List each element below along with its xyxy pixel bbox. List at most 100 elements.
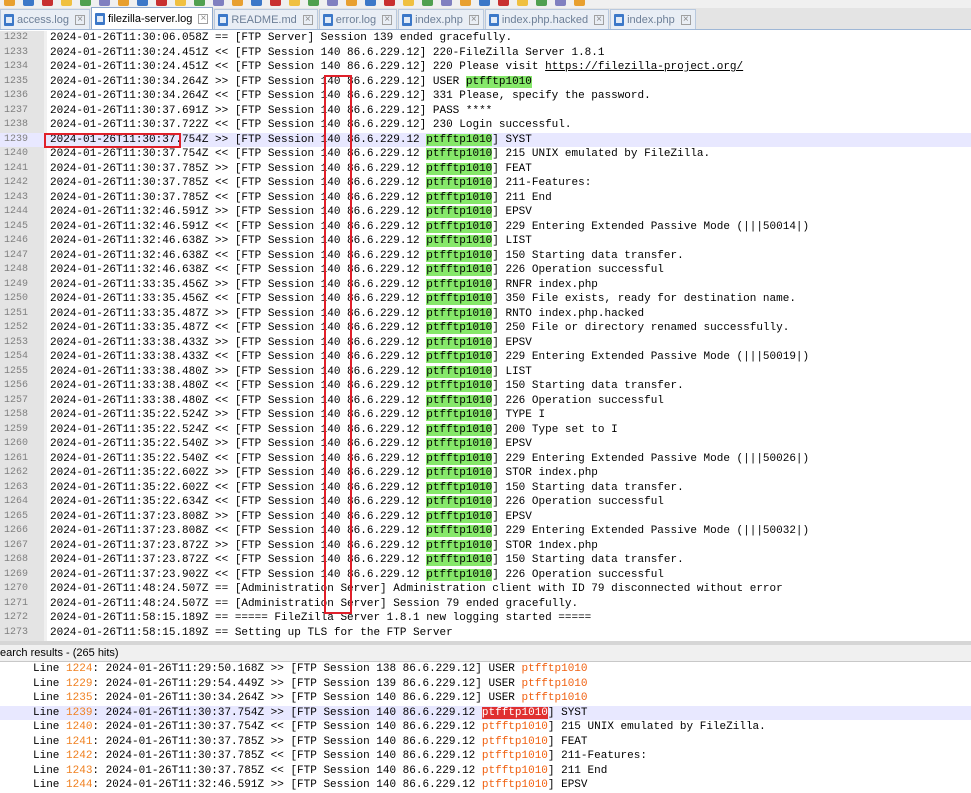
line-number: 1233 xyxy=(3,46,28,58)
redo-icon[interactable] xyxy=(213,0,224,6)
sync-h-icon[interactable] xyxy=(327,0,338,6)
tab-label: README.md xyxy=(231,13,297,26)
close-all-icon[interactable] xyxy=(99,0,110,6)
line-text: 2024-01-26T11:35:22.634Z << [FTP Session… xyxy=(50,495,664,510)
result-line-number: 1224 xyxy=(66,663,93,675)
result-line-number: 1242 xyxy=(66,750,93,762)
close-tab-icon[interactable]: × xyxy=(74,14,85,25)
new-file-icon[interactable] xyxy=(4,0,15,6)
func-list-icon[interactable] xyxy=(441,0,452,6)
line-text: 2024-01-26T11:35:22.540Z >> [FTP Session… xyxy=(50,437,532,452)
zoom-out-icon[interactable] xyxy=(289,0,300,6)
tab-index-php-hacked[interactable]: index.php.hacked × xyxy=(484,9,610,29)
line-text: 2024-01-26T11:32:46.591Z << [FTP Session… xyxy=(50,220,809,235)
result-text: : 2024-01-26T11:30:37.754Z >> [FTP Sessi… xyxy=(92,706,482,719)
lang-icon[interactable] xyxy=(403,0,414,6)
result-match: ptfftp1010 xyxy=(481,764,548,777)
close-tab-icon[interactable]: × xyxy=(382,14,393,25)
record-icon[interactable] xyxy=(498,0,509,6)
username-highlight: ptfftp1010 xyxy=(426,307,493,320)
url-link[interactable]: https://filezilla-project.org/ xyxy=(545,61,743,73)
line-text: 2024-01-26T11:37:23.808Z >> [FTP Session… xyxy=(50,510,532,525)
line-number: 1269 xyxy=(3,568,28,580)
search-results-panel[interactable]: Line 1224: 2024-01-26T11:29:50.168Z >> [… xyxy=(0,662,971,793)
sync-v-icon[interactable] xyxy=(308,0,319,6)
folder-icon[interactable] xyxy=(460,0,471,6)
line-text-pre: 2024-01-26T11:33:38.480Z << [FTP Session… xyxy=(50,380,427,392)
line-text: 2024-01-26T11:30:37.785Z << [FTP Session… xyxy=(50,176,591,191)
find-icon[interactable] xyxy=(232,0,243,6)
result-line-label: Line xyxy=(33,750,67,762)
username-highlight: ptfftp1010 xyxy=(426,206,493,218)
tab-readme-md[interactable]: README.md × xyxy=(214,9,318,29)
undo-icon[interactable] xyxy=(194,0,205,6)
search-result-item[interactable]: Line 1229: 2024-01-26T11:29:54.449Z >> [… xyxy=(0,677,971,692)
tab-error-log[interactable]: error.log × xyxy=(318,9,398,29)
result-text: : 2024-01-26T11:30:37.785Z >> [FTP Sessi… xyxy=(92,735,482,748)
search-result-item[interactable]: Line 1239: 2024-01-26T11:30:37.754Z >> [… xyxy=(0,705,971,720)
play-icon[interactable] xyxy=(536,0,547,6)
close-tab-icon[interactable]: × xyxy=(468,14,479,25)
tab-index-php[interactable]: index.php × xyxy=(398,9,484,29)
indent-guide-icon[interactable] xyxy=(384,0,395,6)
search-result-item[interactable]: Line 1244: 2024-01-26T11:32:46.591Z >> [… xyxy=(0,778,971,793)
play-multi-icon[interactable] xyxy=(555,0,566,6)
replace-icon[interactable] xyxy=(251,0,262,6)
open-icon[interactable] xyxy=(23,0,34,6)
line-text-post: ] EPSV xyxy=(492,510,532,523)
tab-label: index.php xyxy=(627,13,675,26)
line-text-post: ] 226 Operation successful xyxy=(492,394,664,407)
monitor-icon[interactable] xyxy=(479,0,490,6)
result-line-number: 1244 xyxy=(66,779,93,791)
copy-icon[interactable] xyxy=(156,0,167,6)
line-text-pre: 2024-01-26T11:37:23.902Z << [FTP Session… xyxy=(50,568,427,581)
save-all-icon[interactable] xyxy=(61,0,72,6)
paste-icon[interactable] xyxy=(175,0,186,6)
line-text: 2024-01-26T11:35:22.540Z << [FTP Session… xyxy=(50,452,809,467)
zoom-in-icon[interactable] xyxy=(270,0,281,6)
tab-label: filezilla-server.log xyxy=(107,12,193,25)
line-text-post: ] SYST xyxy=(492,133,532,146)
search-result-item[interactable]: Line 1235: 2024-01-26T11:30:34.264Z >> [… xyxy=(0,691,971,706)
line-number: 1238 xyxy=(3,119,28,130)
editor[interactable]: 1232 2024-01-26T11:30:06.058Z == [FTP Ser… xyxy=(0,31,971,641)
editor-line: 1255 2024-01-26T11:33:38.480Z >> [FTP Ses… xyxy=(0,365,971,380)
search-result-item[interactable]: Line 1242: 2024-01-26T11:30:37.785Z << [… xyxy=(0,749,971,764)
doc-map-icon[interactable] xyxy=(422,0,433,6)
close-tab-icon[interactable]: × xyxy=(594,14,605,25)
line-text-pre: 2024-01-26T11:30:37.722Z << [FTP Session… xyxy=(50,119,572,131)
all-chars-icon[interactable] xyxy=(365,0,376,6)
line-number: 1254 xyxy=(3,351,28,362)
cut-icon[interactable] xyxy=(137,0,148,6)
close-tab-icon[interactable]: × xyxy=(680,14,691,25)
line-text-post: ] 200 Type set to I xyxy=(492,423,618,436)
line-text-pre: 2024-01-26T11:30:37.785Z >> [FTP Session… xyxy=(50,162,427,175)
username-highlight: ptfftp1010 xyxy=(426,351,493,363)
line-text-post: ] 215 UNIX emulated by FileZilla. xyxy=(492,148,711,160)
result-match: ptfftp1010 xyxy=(521,677,588,690)
tab-access-log[interactable]: access.log × xyxy=(0,9,90,29)
search-result-item[interactable]: Line 1240: 2024-01-26T11:30:37.754Z << [… xyxy=(0,720,971,735)
save-icon[interactable] xyxy=(42,0,53,6)
wrap-icon[interactable] xyxy=(346,0,357,6)
line-text-pre: 2024-01-26T11:33:38.480Z << [FTP Session… xyxy=(50,394,427,407)
result-text-post: ] 215 UNIX emulated by FileZilla. xyxy=(547,721,766,733)
line-text-pre: 2024-01-26T11:30:37.785Z << [FTP Session… xyxy=(50,177,427,189)
close-icon[interactable] xyxy=(80,0,91,6)
stop-icon[interactable] xyxy=(517,0,528,6)
search-result-item[interactable]: Line 1243: 2024-01-26T11:30:37.785Z << [… xyxy=(0,764,971,779)
tab-index-php[interactable]: index.php × xyxy=(610,9,696,29)
line-text-post: ] EPSV xyxy=(492,206,532,218)
print-icon[interactable] xyxy=(118,0,129,6)
search-result-item[interactable]: Line 1241: 2024-01-26T11:30:37.785Z >> [… xyxy=(0,735,971,750)
line-text: 2024-01-26T11:30:37.785Z << [FTP Session… xyxy=(50,191,552,206)
editor-line: 1271 2024-01-26T11:48:24.507Z == [Adminis… xyxy=(0,597,971,612)
save-macro-icon[interactable] xyxy=(574,0,585,6)
session-annotation-box xyxy=(324,75,352,614)
tab-filezilla-server-log[interactable]: filezilla-server.log × xyxy=(90,7,214,29)
search-result-item[interactable]: Line 1224: 2024-01-26T11:29:50.168Z >> [… xyxy=(0,662,971,677)
result-text: : 2024-01-26T11:32:46.591Z >> [FTP Sessi… xyxy=(92,779,482,791)
close-tab-icon[interactable]: × xyxy=(198,13,209,24)
editor-line: 1263 2024-01-26T11:35:22.602Z << [FTP Ses… xyxy=(0,481,971,496)
close-tab-icon[interactable]: × xyxy=(302,14,313,25)
